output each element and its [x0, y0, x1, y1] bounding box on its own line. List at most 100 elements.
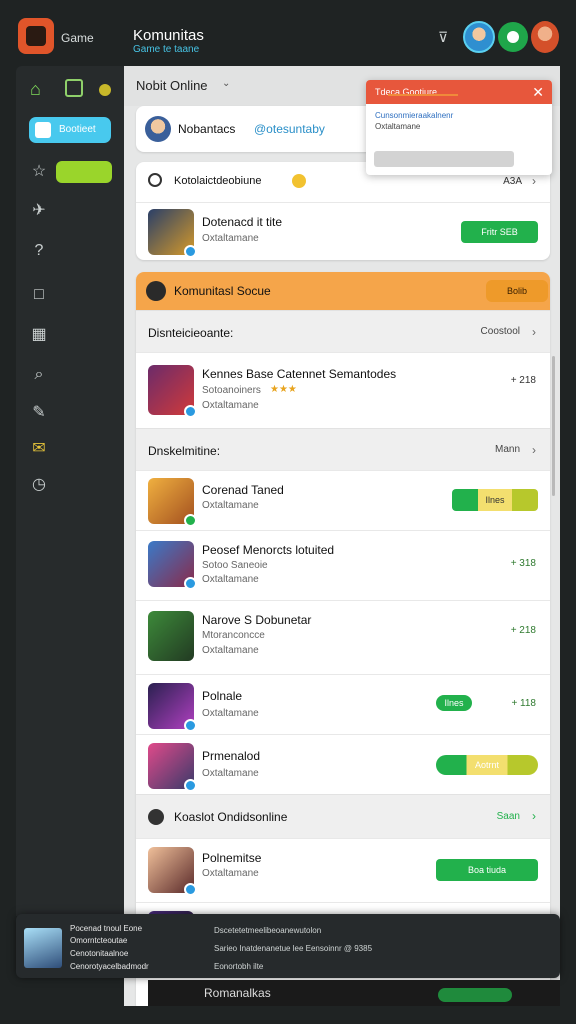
coin-icon: [292, 174, 306, 188]
page-title: Komunitas: [133, 27, 204, 44]
popup-link[interactable]: Cunsonmieraakalnenr: [375, 111, 453, 120]
app-logo[interactable]: [18, 18, 54, 54]
section-title: Dnskelmitine:: [148, 444, 221, 458]
list-item-peek[interactable]: Romanalkas: [148, 980, 560, 1006]
plane-icon[interactable]: ✈: [30, 202, 48, 220]
verified-icon: [184, 405, 197, 418]
play-button[interactable]: Fritr SEB: [461, 221, 538, 243]
logo-label: Game: [61, 31, 94, 45]
progress-bar: [374, 151, 514, 167]
join-button[interactable]: Boa tiuda: [436, 859, 538, 881]
list-item[interactable]: Dotenacd it tite Oxtaltamane Fritr SEB: [136, 202, 550, 260]
sidebar-item-label: Bootieet: [59, 124, 96, 135]
main-header-title[interactable]: Nobit Online: [136, 78, 208, 93]
chevron-right-icon[interactable]: ›: [532, 174, 536, 188]
play-button[interactable]: [438, 988, 512, 1002]
wrench-icon[interactable]: ✎: [30, 404, 48, 422]
notification-right-2: Sarieo Inatdenanetue lee Eensoinnr @ 938…: [214, 944, 373, 953]
avatar[interactable]: [463, 21, 495, 53]
chevron-right-icon[interactable]: ›: [532, 443, 536, 457]
notification-right-1: Dscetetetmeelibeoanewutolon: [214, 926, 322, 935]
item-subtitle: Oxtaltamane: [202, 500, 259, 511]
avatar-secondary[interactable]: [531, 21, 559, 53]
item-meta: + 118: [511, 698, 536, 709]
game-thumbnail: [148, 541, 197, 590]
action-button[interactable]: Aotrnt: [436, 755, 538, 775]
profile-name: Nobantacs: [178, 122, 236, 136]
item-meta: + 218: [510, 625, 536, 636]
home-icon[interactable]: ⌂: [30, 80, 48, 98]
community-header: Komunitasl Socue Bolib: [136, 272, 550, 310]
section-link[interactable]: Coostool: [481, 326, 520, 337]
verified-icon: [184, 779, 197, 792]
list-card: Kotolaictdeobiune A3A › Dotenacd it tite…: [136, 162, 550, 260]
chevron-down-icon[interactable]: ⌄: [222, 78, 230, 89]
chevron-right-icon[interactable]: ›: [532, 809, 536, 823]
filter-icon[interactable]: ⊽: [438, 30, 454, 44]
item-meta: + 218: [510, 375, 536, 386]
item-subtitle: Oxtaltamane: [202, 233, 259, 244]
list-item[interactable]: Polnemitse Oxtaltamane Boa tiuda: [136, 838, 550, 902]
section-title: Disnteicieoante:: [148, 326, 234, 340]
mail-icon[interactable]: ✉: [30, 440, 48, 458]
clock-icon[interactable]: ◷: [30, 476, 48, 494]
item-subtitle: Oxtaltamane: [202, 868, 259, 879]
star-icon[interactable]: ☆: [30, 163, 48, 181]
game-thumbnail: [148, 611, 194, 661]
item-title: Peosef Menorcts lotuited: [202, 543, 335, 557]
profile-handle[interactable]: @otesuntaby: [254, 122, 325, 136]
sidebar-item-active[interactable]: Bootieet: [29, 117, 111, 143]
sidebar: ⌂ Bootieet ☆ ✈ ? □ ▦ ⌕ ✎ ✉ ◷: [16, 66, 124, 916]
puzzle-icon[interactable]: ▦: [30, 326, 48, 344]
dot-icon[interactable]: [99, 84, 111, 96]
status-icon[interactable]: [498, 22, 528, 52]
avatar: [24, 928, 62, 968]
community-action-button[interactable]: Bolib: [486, 280, 548, 302]
online-icon: [184, 514, 197, 527]
popup-subtitle: Oxtaltamane: [375, 122, 421, 131]
window-icon: [35, 122, 51, 138]
section-meta: A3A: [503, 176, 522, 187]
scrollbar[interactable]: [552, 356, 555, 496]
item-meta: + 318: [510, 558, 536, 569]
section-header: Koaslot Ondidsonline Saan ›: [136, 794, 550, 838]
game-thumbnail: [148, 365, 197, 418]
square-icon[interactable]: □: [30, 286, 48, 304]
featured-row[interactable]: Kennes Base Catennet Semantodes Sotoanoi…: [136, 352, 550, 428]
item-title: Prmenalod: [202, 749, 261, 763]
list-item[interactable]: Prmenalod Oxtaltamane Aotrnt: [136, 734, 550, 794]
game-thumbnail: [148, 847, 197, 896]
item-title: Kennes Base Catennet Semantodes: [202, 367, 397, 381]
verified-icon: [184, 245, 197, 258]
join-button[interactable]: Ilnes: [452, 489, 538, 511]
grid-icon[interactable]: [65, 79, 83, 97]
item-title: Corenad Taned: [202, 483, 284, 497]
section-link[interactable]: Saan: [497, 811, 520, 822]
item-subtitle: Sotoanoiners: [202, 385, 261, 396]
section-title: Koaslot Ondidsonline: [174, 810, 288, 824]
popup-header: Tdeca Gootiure ✕: [366, 80, 552, 104]
list-item[interactable]: Peosef Menorcts lotuited Sotoo Saneoie O…: [136, 530, 550, 600]
list-item[interactable]: Corenad Taned Oxtaltamane Ilnes: [136, 470, 550, 530]
status-button[interactable]: Ilnes: [436, 695, 472, 711]
notification-line-1: Pocenad tnoul Eone: [70, 924, 143, 933]
popup-dialog: Tdeca Gootiure ✕ Cunsonmieraakalnenr Oxt…: [366, 80, 552, 175]
help-icon[interactable]: ?: [30, 242, 48, 260]
section-link[interactable]: Mann: [495, 444, 520, 455]
notification-line-4: Cenorotyacelbadmodr: [70, 962, 149, 971]
list-item[interactable]: Narove S Dobunetar Mtoranconcce Oxtaltam…: [136, 600, 550, 674]
close-icon[interactable]: ✕: [532, 84, 544, 101]
search-icon[interactable]: ⌕: [30, 366, 48, 384]
section-header: Disnteicieoante: Coostool ›: [136, 310, 550, 352]
controller-icon: [148, 173, 162, 187]
item-title: Polnemitse: [202, 851, 262, 865]
list-item[interactable]: Polnale Oxtaltamane Ilnes + 118: [136, 674, 550, 734]
sidebar-pill-button[interactable]: [56, 161, 112, 183]
main-panel: Nobit Online ⌄ Nobantacs @otesuntaby Kot…: [124, 66, 560, 1006]
notification-toast[interactable]: Pocenad tnoul Eone Omorntcteoutae Cenoto…: [16, 914, 560, 978]
section-header: Dnskelmitine: Mann ›: [136, 428, 550, 470]
section-title: Kotolaictdeobiune: [174, 175, 262, 187]
verified-icon: [184, 577, 197, 590]
progress-fill: [388, 94, 458, 96]
chevron-right-icon[interactable]: ›: [532, 325, 536, 339]
